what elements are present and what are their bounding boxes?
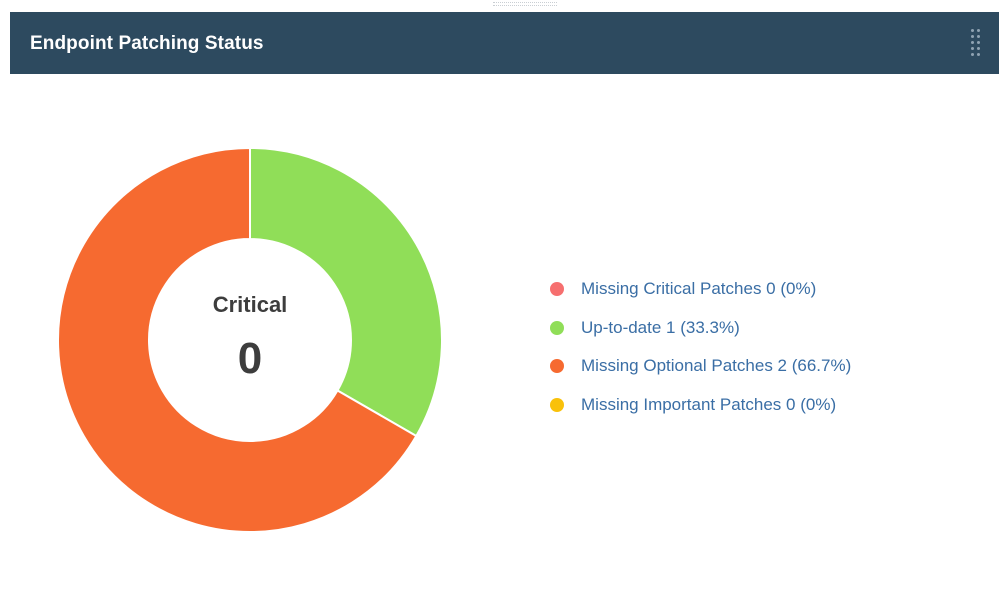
chart-legend: Missing Critical Patches 0 (0%) Up-to-da… bbox=[550, 270, 851, 424]
legend-item-missing-important[interactable]: Missing Important Patches 0 (0%) bbox=[550, 386, 851, 425]
chart-area: Critical 0 Missing Critical Patches 0 (0… bbox=[10, 74, 999, 595]
donut-center-label: Critical bbox=[212, 292, 288, 317]
legend-item-missing-optional[interactable]: Missing Optional Patches 2 (66.7%) bbox=[550, 347, 851, 386]
legend-label: Missing Important Patches 0 (0%) bbox=[581, 394, 837, 414]
legend-dot-icon bbox=[550, 397, 564, 412]
widget-header: Endpoint Patching Status bbox=[10, 12, 999, 74]
legend-label: Up-to-date 1 (33.3%) bbox=[581, 317, 740, 337]
legend-dot-icon bbox=[550, 320, 564, 335]
legend-item-up-to-date[interactable]: Up-to-date 1 (33.3%) bbox=[550, 309, 851, 348]
legend-label: Missing Critical Patches 0 (0%) bbox=[581, 279, 817, 299]
endpoint-patching-widget: Endpoint Patching Status Critical 0 Miss… bbox=[10, 0, 999, 595]
widget-title: Endpoint Patching Status bbox=[30, 33, 264, 54]
drag-handle-icon[interactable] bbox=[971, 29, 981, 59]
donut-center-value: 0 bbox=[237, 334, 263, 383]
legend-item-missing-critical[interactable]: Missing Critical Patches 0 (0%) bbox=[550, 270, 851, 309]
legend-dot-icon bbox=[550, 359, 564, 374]
legend-dot-icon bbox=[550, 282, 564, 297]
legend-label: Missing Optional Patches 2 (66.7%) bbox=[581, 356, 852, 376]
